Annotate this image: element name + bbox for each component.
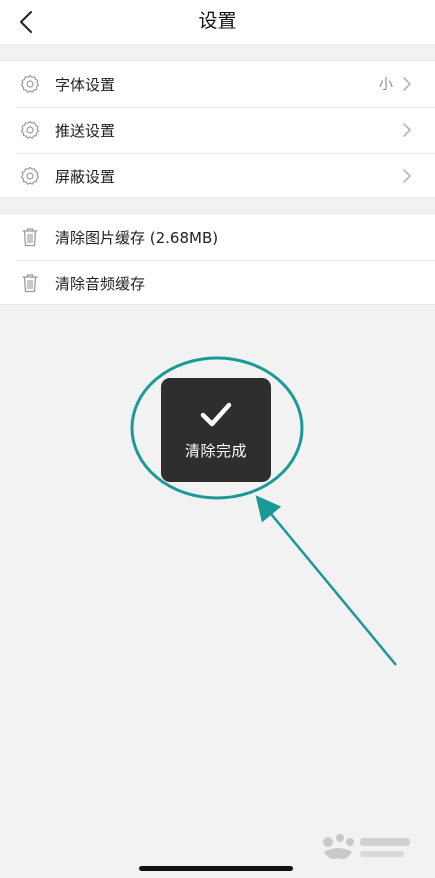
clear-audio-cache-row[interactable]: 清除音频缓存 [0, 260, 435, 306]
watermark-logo [323, 834, 410, 860]
home-indicator [139, 866, 293, 871]
success-toast: 清除完成 [161, 378, 271, 482]
gear-icon [20, 74, 40, 94]
push-settings-label: 推送设置 [55, 121, 116, 140]
trash-icon [20, 273, 40, 293]
clear-audio-cache-label: 清除音频缓存 [55, 274, 146, 293]
font-settings-label: 字体设置 [55, 75, 116, 94]
block-settings-label: 屏蔽设置 [55, 167, 116, 186]
font-size-value: 小 [379, 77, 393, 93]
settings-group: 字体设置 小 推送设置 屏蔽设置 [0, 60, 435, 198]
chevron-right-icon [403, 123, 411, 137]
font-settings-row[interactable]: 字体设置 小 [0, 61, 435, 107]
nav-bar: 设置 [0, 0, 435, 44]
gear-icon [20, 120, 40, 140]
chevron-right-icon [403, 169, 411, 183]
chevron-right-icon [403, 77, 411, 91]
trash-icon [20, 227, 40, 247]
checkmark-icon [200, 402, 232, 427]
annotation-arrow [255, 495, 397, 666]
clear-image-cache-label: 清除图片缓存 (2.68MB) [55, 228, 219, 247]
push-settings-row[interactable]: 推送设置 [0, 107, 435, 153]
toast-text: 清除完成 [184, 442, 247, 460]
cache-group: 清除图片缓存 (2.68MB) 清除音频缓存 [0, 213, 435, 305]
block-settings-row[interactable]: 屏蔽设置 [0, 153, 435, 199]
gear-icon [20, 166, 40, 186]
page-title: 设置 [198, 10, 237, 32]
clear-image-cache-row[interactable]: 清除图片缓存 (2.68MB) [0, 214, 435, 260]
